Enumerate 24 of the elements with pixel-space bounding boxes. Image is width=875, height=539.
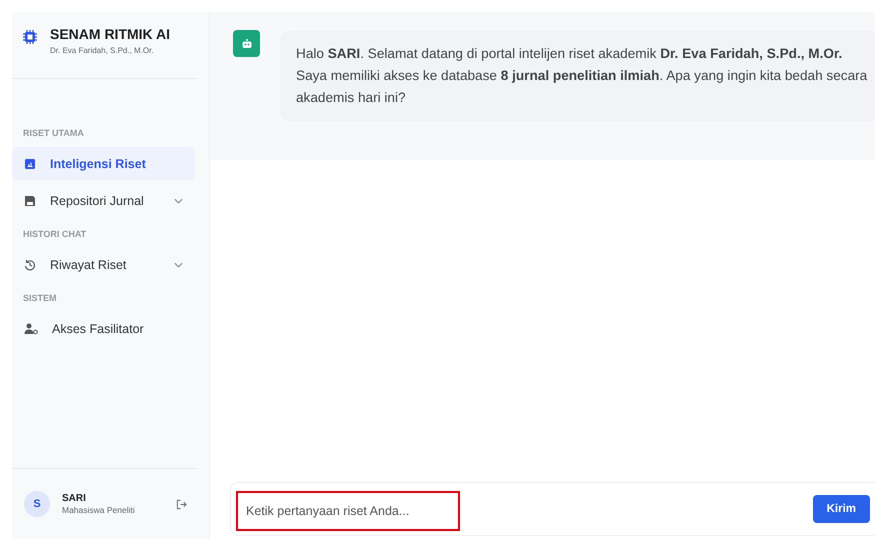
section-heading: HISTORI CHAT [22,229,88,239]
section-heading: RISET UTAMA [22,128,85,138]
section-heading: SISTEM [22,293,58,303]
app-subtitle: Dr. Eva Faridah, S.Pd., M.Or. [50,46,155,55]
history-icon [24,258,36,270]
chip-icon [22,29,38,45]
user-icon [24,322,38,334]
chart-icon [24,158,36,170]
nav-item[interactable]: Inteligensi Riset [12,147,195,180]
user-name: SARI [62,493,87,504]
chevron-down-icon [174,198,183,204]
question-input-field[interactable]: Ketik pertanyaan riset Anda... [236,491,460,531]
chevron-down-icon [174,262,183,268]
assistant-message: Halo SARI. Selamat datang di portal intelijen riset akademik Dr. Eva Faridah, S.Pd., M.Or. Saya memiliki akses ke database 8 jurnal penelitian ilmiah. Apa yang ingin kita bedah secara akademis hari ini? [296,45,868,107]
nav-item[interactable]: Akses Fasilitator [12,312,195,345]
logout-icon[interactable] [176,498,187,510]
nav-item[interactable]: Riwayat Riset [12,248,195,281]
user-role: Mahasiswa Peneliti [62,505,136,515]
user-avatar: S [24,491,50,517]
app-title: SENAM RITMIK AI [50,26,170,42]
robot-avatar [233,30,260,57]
send-button[interactable]: Kirim [812,495,870,523]
nav-item[interactable]: Repositori Jurnal [12,184,195,217]
floppy-icon [24,194,36,206]
